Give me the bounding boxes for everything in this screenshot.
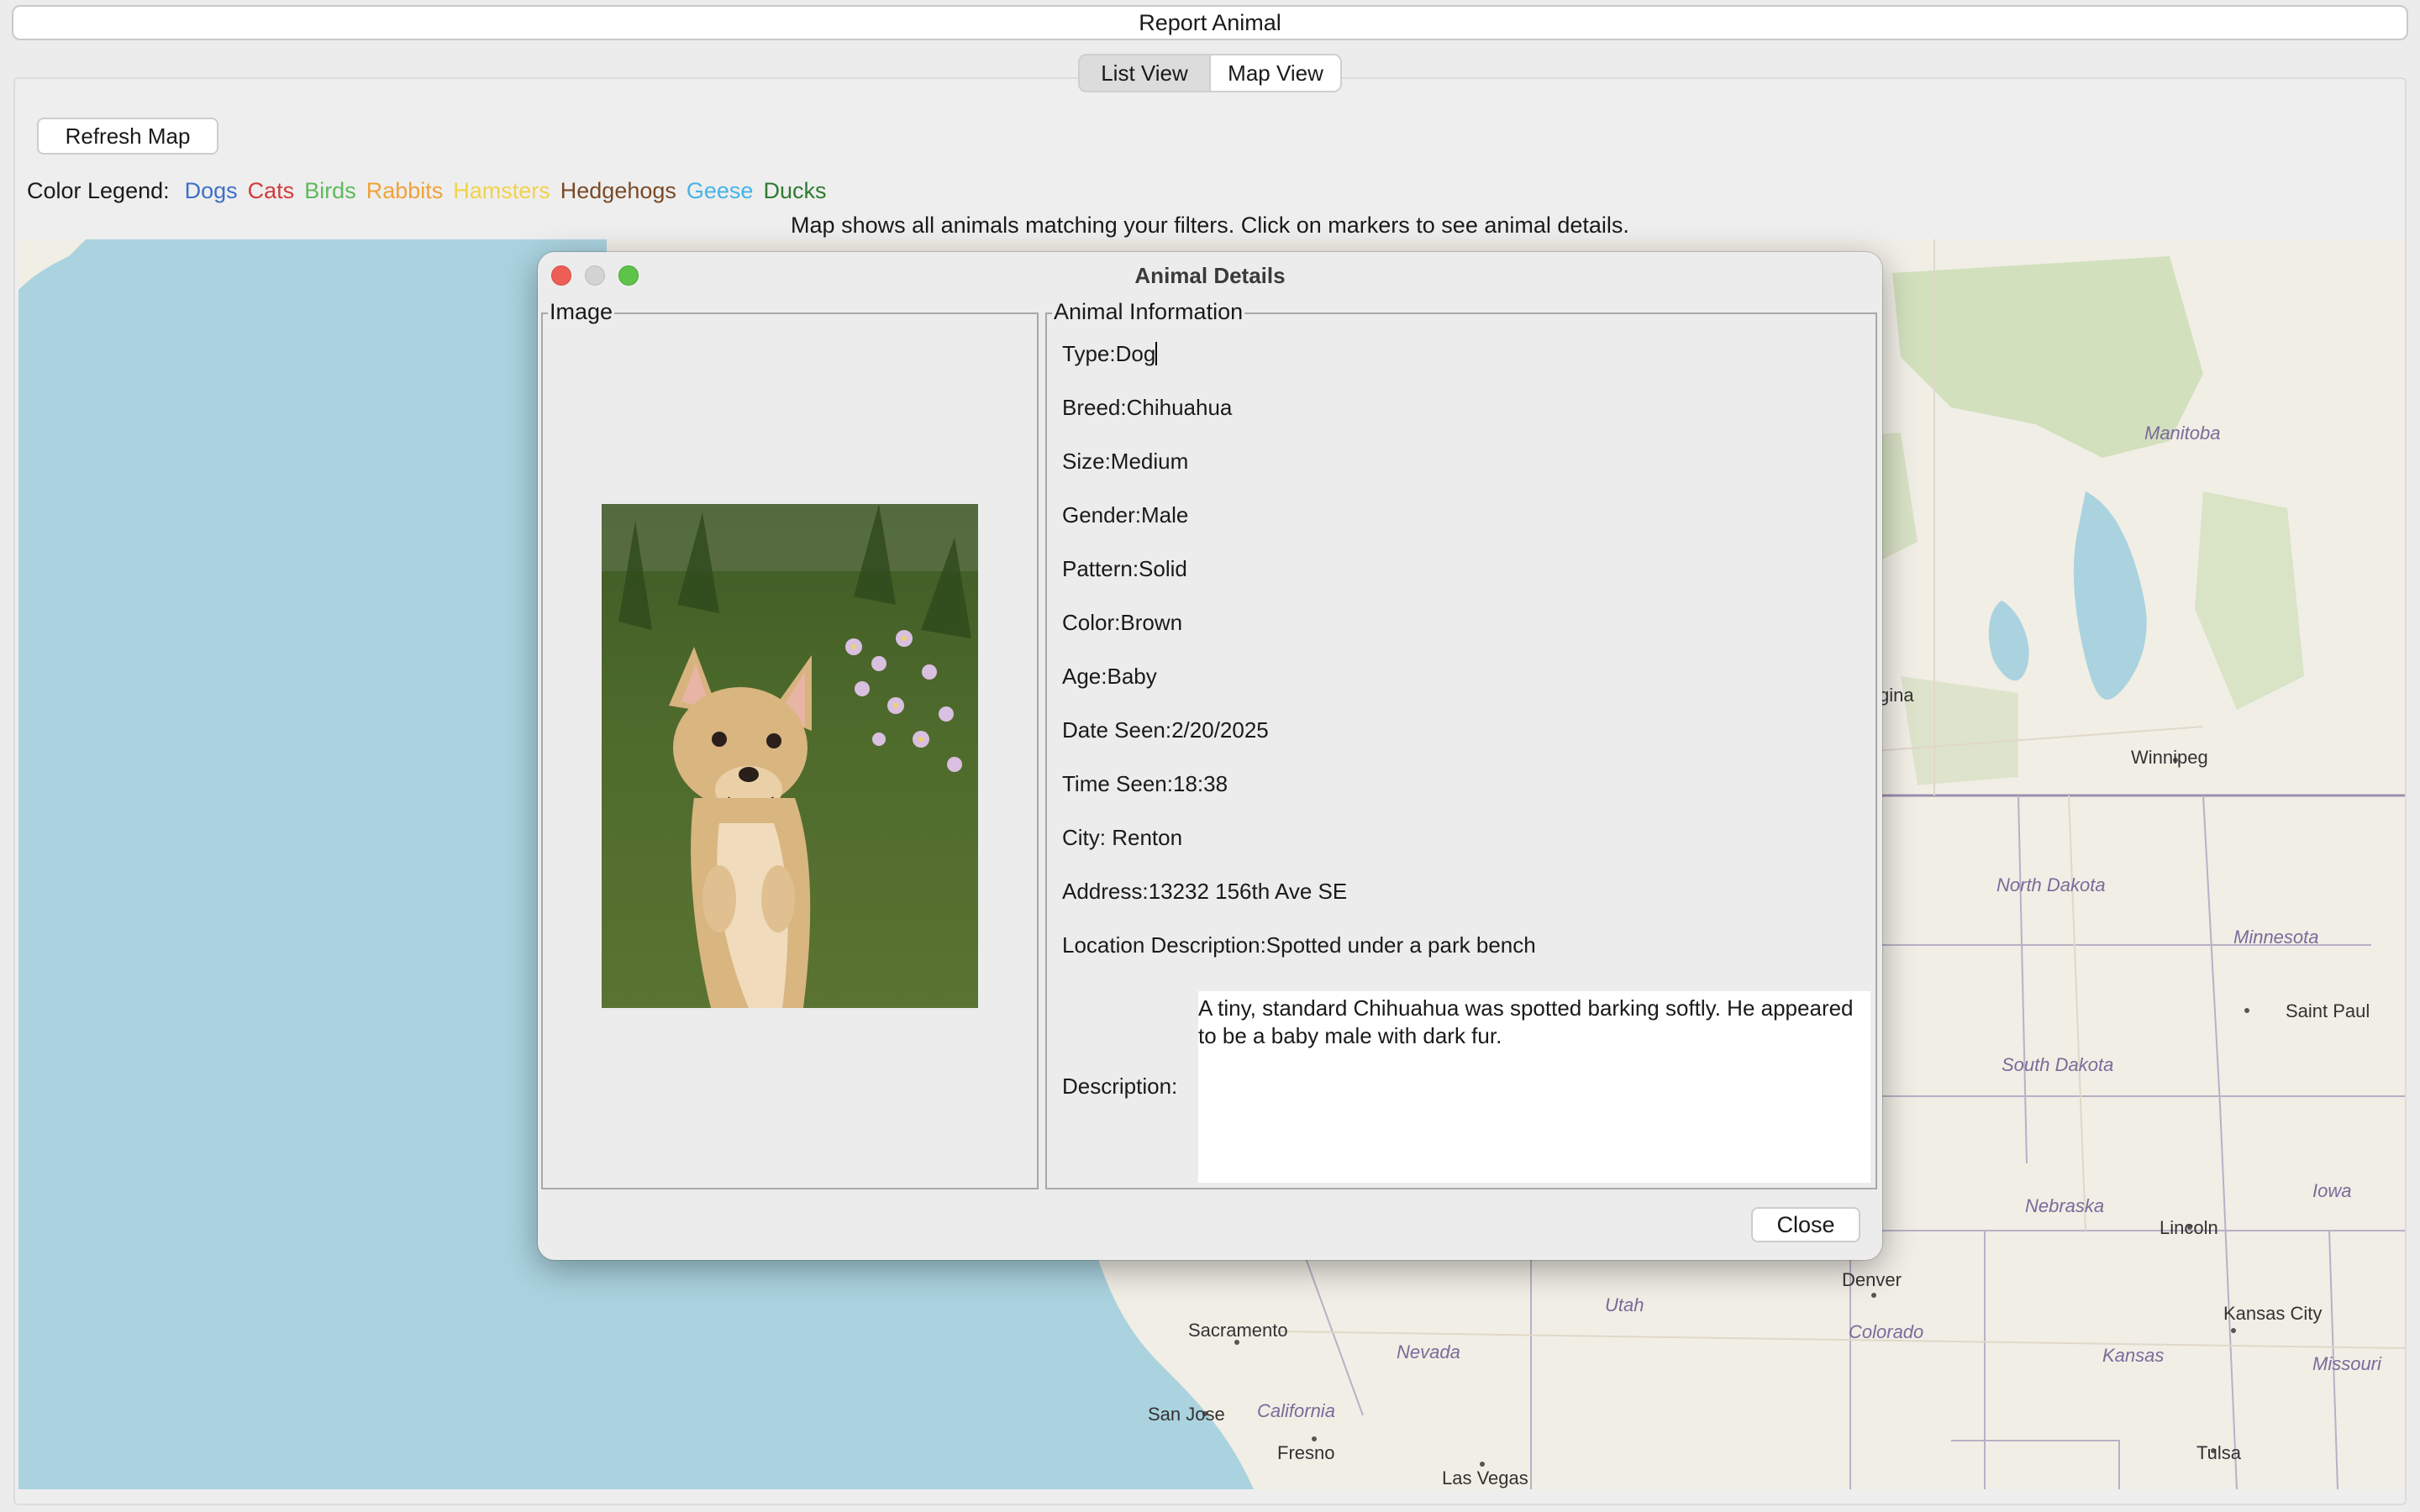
- legend-item-birds: Birds: [304, 178, 356, 203]
- field-color: Color:Brown: [1062, 610, 1183, 635]
- map-info-text: Map shows all animals matching your filt…: [791, 213, 1629, 238]
- image-group: Image: [541, 299, 1039, 1189]
- map-label-kansas: Kansas: [2102, 1345, 2165, 1366]
- map-label-fresno: Fresno: [1277, 1442, 1335, 1463]
- map-label-south-dakota: South Dakota: [2002, 1054, 2114, 1075]
- map-label-lincoln: Lincoln: [2160, 1217, 2218, 1238]
- legend-item-ducks: Ducks: [763, 178, 827, 203]
- field-size: Size:Medium: [1062, 449, 1189, 474]
- legend-item-hedgehogs: Hedgehogs: [560, 178, 676, 203]
- tab-list-view[interactable]: List View: [1080, 55, 1209, 91]
- map-label-sacramento: Sacramento: [1188, 1320, 1288, 1341]
- dialog-title: Animal Details: [1134, 262, 1286, 288]
- close-button[interactable]: Close: [1751, 1207, 1860, 1242]
- field-location-description: Location Description:Spotted under a par…: [1062, 932, 1536, 958]
- map-label-california: California: [1257, 1400, 1335, 1421]
- map-label-utah: Utah: [1605, 1294, 1644, 1315]
- field-city: City: Renton: [1062, 825, 1183, 850]
- legend-item-dogs: Dogs: [184, 178, 238, 203]
- legend-item-rabbits: Rabbits: [366, 178, 444, 203]
- map-label-minnesota: Minnesota: [2233, 927, 2319, 948]
- window-minimize-icon[interactable]: [585, 265, 605, 286]
- view-tabs: List View Map View: [1078, 54, 1342, 92]
- field-address: Address:13232 156th Ave SE: [1062, 879, 1348, 904]
- legend-title: Color Legend:: [27, 178, 170, 203]
- map-label-saint-paul: Saint Paul: [2286, 1000, 2370, 1021]
- animal-details-dialog: Animal Details Image Animal Information …: [538, 252, 1882, 1260]
- map-label-nebraska: Nebraska: [2025, 1195, 2105, 1216]
- map-label-nevada: Nevada: [1397, 1341, 1460, 1362]
- map-label-denver: Denver: [1842, 1269, 1902, 1290]
- legend-item-hamsters: Hamsters: [453, 178, 550, 203]
- field-time-seen: Time Seen:18:38: [1062, 771, 1228, 796]
- map-label-winnipeg: Winnipeg: [2131, 747, 2208, 768]
- info-group-title: Animal Information: [1052, 299, 1245, 325]
- map-label-north-dakota: North Dakota: [1996, 874, 2106, 895]
- map-label-regina: gina: [1879, 685, 1914, 706]
- refresh-map-button[interactable]: Refresh Map: [37, 118, 218, 155]
- field-date-seen: Date Seen:2/20/2025: [1062, 717, 1269, 743]
- color-legend: Color Legend: Dogs Cats Birds Rabbits Ha…: [27, 178, 826, 204]
- field-pattern: Pattern:Solid: [1062, 556, 1187, 581]
- field-gender: Gender:Male: [1062, 502, 1189, 528]
- window-close-icon[interactable]: [551, 265, 571, 286]
- map-label-missouri: Missouri: [2312, 1353, 2381, 1374]
- report-animal-button[interactable]: Report Animal: [12, 5, 2408, 40]
- map-label-las-vegas: Las Vegas: [1442, 1467, 1528, 1488]
- legend-item-cats: Cats: [247, 178, 295, 203]
- field-breed: Breed:Chihuahua: [1062, 395, 1233, 420]
- text-caret: [1155, 342, 1158, 365]
- field-type[interactable]: Type:Dog: [1062, 341, 1158, 367]
- image-group-title: Image: [548, 299, 615, 325]
- window-maximize-icon[interactable]: [618, 265, 639, 286]
- map-label-kansas-city: Kansas City: [2223, 1303, 2323, 1324]
- animal-photo: [602, 504, 978, 1008]
- field-age: Age:Baby: [1062, 664, 1157, 689]
- description-text-area[interactable]: A tiny, standard Chihuahua was spotted b…: [1198, 991, 1870, 1183]
- legend-item-geese: Geese: [686, 178, 754, 203]
- animal-information-group: Animal Information Type:Dog Breed:Chihua…: [1045, 299, 1877, 1189]
- map-label-colorado: Colorado: [1849, 1321, 1924, 1342]
- map-label-iowa: Iowa: [2312, 1180, 2352, 1201]
- map-label-tulsa: Tulsa: [2196, 1442, 2241, 1463]
- description-label: Description:: [1062, 1074, 1178, 1099]
- info-content: Type:Dog Breed:Chihuahua Size:Medium Gen…: [1052, 328, 1870, 1183]
- dialog-titlebar[interactable]: Animal Details: [538, 252, 1882, 299]
- map-label-manitoba: Manitoba: [2144, 423, 2221, 444]
- map-label-san-jose: San Jose: [1148, 1404, 1225, 1425]
- tab-map-view[interactable]: Map View: [1209, 55, 1340, 91]
